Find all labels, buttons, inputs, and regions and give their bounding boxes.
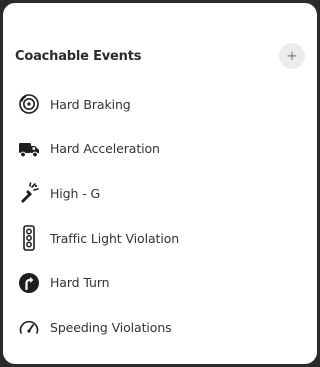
event-item-speeding-violations[interactable]: Speeding Violations xyxy=(17,305,307,350)
truck-icon xyxy=(17,137,41,161)
event-label: High - G xyxy=(50,185,101,201)
turn-arrow-icon xyxy=(17,271,41,295)
event-label: Speeding Violations xyxy=(50,319,172,335)
event-label: Hard Acceleration xyxy=(50,141,160,157)
card-header: Coachable Events + xyxy=(15,41,307,71)
add-event-button[interactable]: + xyxy=(279,43,305,69)
card-title: Coachable Events xyxy=(15,48,142,64)
speedometer-icon xyxy=(17,315,41,339)
traffic-light-icon xyxy=(17,225,41,251)
event-item-hard-braking[interactable]: Hard Braking xyxy=(17,82,307,127)
event-item-hard-acceleration[interactable]: Hard Acceleration xyxy=(17,127,307,172)
event-label: Hard Turn xyxy=(50,275,110,291)
event-item-traffic-light-violation[interactable]: Traffic Light Violation xyxy=(17,216,307,261)
event-item-high-g[interactable]: High - G xyxy=(17,171,307,216)
event-list: Hard Braking Hard Acceleration High - G … xyxy=(17,82,307,350)
hard-braking-icon xyxy=(17,92,41,116)
event-label: Hard Braking xyxy=(50,96,131,112)
event-item-hard-turn[interactable]: Hard Turn xyxy=(17,260,307,305)
coachable-events-card: Coachable Events + Hard Braking Hard Acc… xyxy=(3,3,317,364)
event-label: Traffic Light Violation xyxy=(50,230,180,246)
high-g-icon xyxy=(17,181,41,205)
window-frame: Coachable Events + Hard Braking Hard Acc… xyxy=(0,0,320,367)
